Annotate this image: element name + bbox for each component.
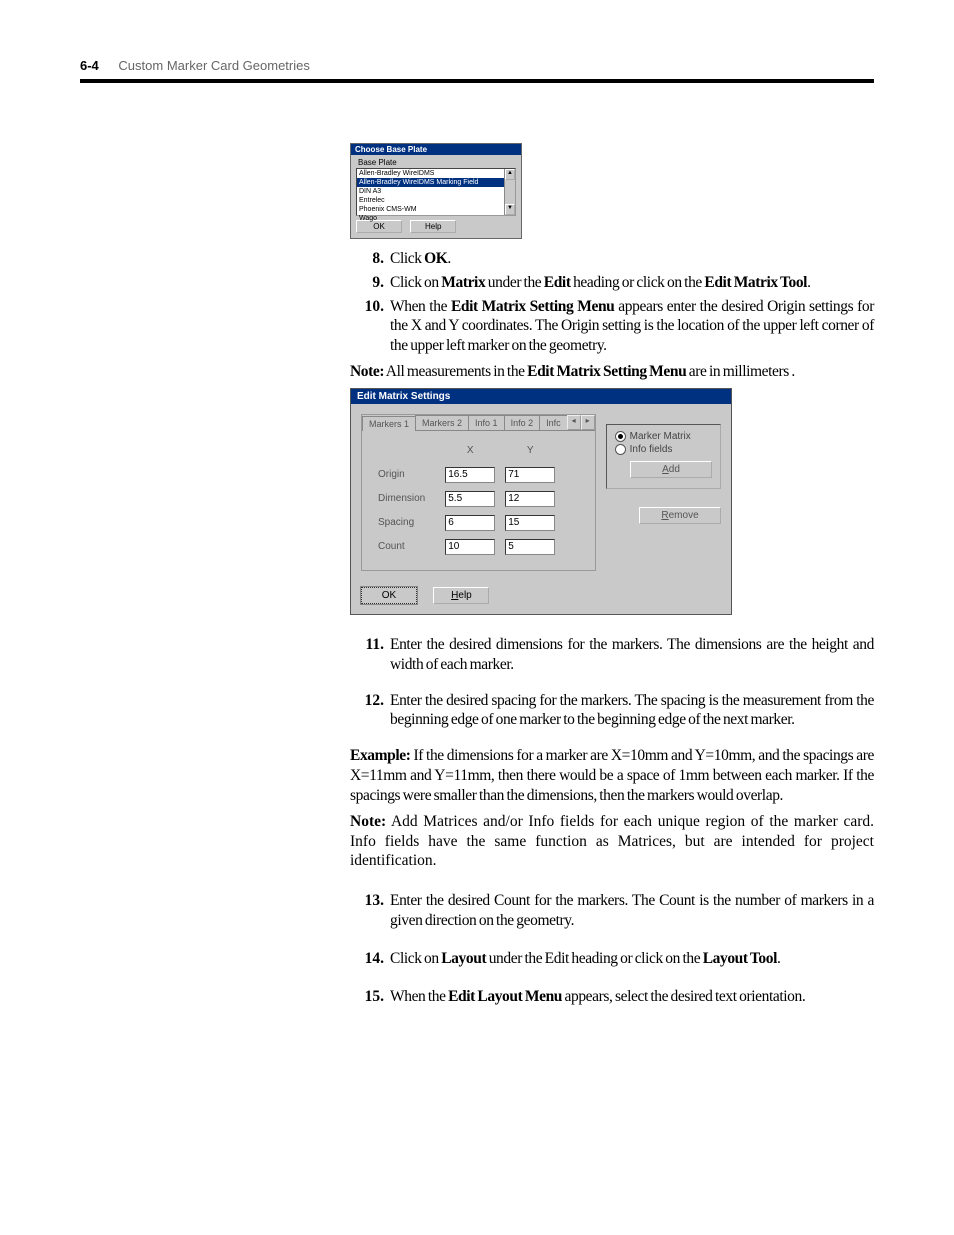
step-item: 13.Enter the desired Count for the marke… bbox=[350, 891, 874, 931]
page: 6-4 Custom Marker Card Geometries Choose… bbox=[0, 0, 954, 1065]
step-list: 13.Enter the desired Count for the marke… bbox=[350, 891, 874, 1006]
step-text: When the Edit Layout Menu appears, selec… bbox=[390, 987, 874, 1007]
step-item: 15.When the Edit Layout Menu appears, se… bbox=[350, 987, 874, 1007]
step-item: 14.Click on Layout under the Edit headin… bbox=[350, 949, 874, 969]
column-x-header: X bbox=[441, 445, 499, 462]
spacing-x-input[interactable] bbox=[445, 515, 495, 531]
edit-matrix-settings-dialog: Edit Matrix Settings Markers 1 Markers 2… bbox=[350, 388, 732, 615]
step-list: 8.Click OK.9.Click on Matrix under the E… bbox=[350, 249, 874, 356]
step-number: 12. bbox=[350, 691, 390, 731]
page-title: Custom Marker Card Geometries bbox=[118, 58, 309, 73]
example-text: Example: If the dimensions for a marker … bbox=[350, 746, 874, 805]
info-fields-radio[interactable]: Info fields bbox=[615, 444, 712, 455]
choose-base-plate-dialog: Choose Base Plate Base Plate Allen-Bradl… bbox=[350, 143, 522, 239]
tab-scroll-left-icon[interactable]: ◂ bbox=[567, 415, 581, 430]
list-item[interactable]: Entrelec bbox=[357, 196, 515, 205]
radio-unselected-icon bbox=[615, 444, 626, 455]
table-row: Count bbox=[374, 536, 559, 558]
step-item: 10.When the Edit Matrix Setting Menu app… bbox=[350, 297, 874, 356]
matrix-value-grid: X Y Origin Dimension bbox=[372, 443, 561, 560]
dimension-y-input[interactable] bbox=[505, 491, 555, 507]
row-label: Dimension bbox=[374, 488, 439, 510]
origin-y-input[interactable] bbox=[505, 467, 555, 483]
scroll-down-icon[interactable]: ▼ bbox=[505, 204, 515, 215]
step-text: Click OK. bbox=[390, 249, 874, 269]
row-label: Count bbox=[374, 536, 439, 558]
step-text: Enter the desired spacing for the marker… bbox=[390, 691, 874, 731]
tab-info-2[interactable]: Info 2 bbox=[504, 415, 541, 430]
step-list: 11.Enter the desired dimensions for the … bbox=[350, 635, 874, 730]
header-rule bbox=[80, 79, 874, 83]
list-item[interactable]: DIN A3 bbox=[357, 187, 515, 196]
tab-markers-1[interactable]: Markers 1 bbox=[362, 416, 416, 431]
tab-markers-2[interactable]: Markers 2 bbox=[415, 415, 469, 430]
step-number: 10. bbox=[350, 297, 390, 356]
tab-strip: Markers 1 Markers 2 Info 1 Info 2 Infc ◂… bbox=[362, 415, 595, 430]
step-text: Click on Matrix under the Edit heading o… bbox=[390, 273, 874, 293]
table-row: Dimension bbox=[374, 488, 559, 510]
step-text: When the Edit Matrix Setting Menu appear… bbox=[390, 297, 874, 356]
step-number: 11. bbox=[350, 635, 390, 675]
row-label: Origin bbox=[374, 464, 439, 486]
count-x-input[interactable] bbox=[445, 539, 495, 555]
count-y-input[interactable] bbox=[505, 539, 555, 555]
spacing-y-input[interactable] bbox=[505, 515, 555, 531]
page-number: 6-4 bbox=[80, 58, 99, 73]
step-text: Enter the desired dimensions for the mar… bbox=[390, 635, 874, 675]
add-button[interactable]: Add bbox=[630, 461, 712, 478]
page-header: 6-4 Custom Marker Card Geometries bbox=[80, 58, 874, 73]
remove-button[interactable]: Remove bbox=[639, 507, 721, 524]
column-y-header: Y bbox=[501, 445, 559, 462]
dialog-title: Edit Matrix Settings bbox=[351, 389, 731, 404]
tab-info-3[interactable]: Infc bbox=[539, 415, 568, 430]
step-text: Click on Layout under the Edit heading o… bbox=[390, 949, 874, 969]
step-item: 9.Click on Matrix under the Edit heading… bbox=[350, 273, 874, 293]
step-text: Enter the desired Count for the markers.… bbox=[390, 891, 874, 931]
scrollbar[interactable]: ▲ ▼ bbox=[504, 169, 515, 215]
step-number: 8. bbox=[350, 249, 390, 269]
step-number: 15. bbox=[350, 987, 390, 1007]
note-text: Note: Add Matrices and/or Info fields fo… bbox=[350, 812, 874, 871]
radio-selected-icon bbox=[615, 431, 626, 442]
row-label: Spacing bbox=[374, 512, 439, 534]
tab-info-1[interactable]: Info 1 bbox=[468, 415, 505, 430]
step-number: 13. bbox=[350, 891, 390, 931]
table-row: Origin bbox=[374, 464, 559, 486]
tab-scroll-right-icon[interactable]: ▸ bbox=[581, 415, 595, 430]
help-button[interactable]: Help bbox=[433, 587, 489, 604]
step-item: 11.Enter the desired dimensions for the … bbox=[350, 635, 874, 675]
step-item: 8.Click OK. bbox=[350, 249, 874, 269]
scroll-up-icon[interactable]: ▲ bbox=[505, 169, 515, 180]
group-label: Base Plate bbox=[358, 158, 516, 167]
dialog-title: Choose Base Plate bbox=[351, 144, 521, 155]
list-item[interactable]: Wago bbox=[357, 214, 515, 223]
table-row: Spacing bbox=[374, 512, 559, 534]
step-number: 9. bbox=[350, 273, 390, 293]
step-number: 14. bbox=[350, 949, 390, 969]
list-item[interactable]: Allen-Bradley WireIDMS bbox=[357, 169, 515, 178]
ok-button[interactable]: OK bbox=[361, 587, 417, 604]
dimension-x-input[interactable] bbox=[445, 491, 495, 507]
list-item[interactable]: Phoenix CMS-WM bbox=[357, 205, 515, 214]
matrix-type-group: Marker Matrix Info fields Add bbox=[606, 424, 721, 489]
note-text: Note: All measurements in the Edit Matri… bbox=[350, 362, 874, 382]
list-item[interactable]: Allen-Bradley WireIDMS Marking Field bbox=[357, 178, 515, 187]
marker-matrix-radio[interactable]: Marker Matrix bbox=[615, 431, 712, 442]
step-item: 12.Enter the desired spacing for the mar… bbox=[350, 691, 874, 731]
base-plate-listbox[interactable]: Allen-Bradley WireIDMS Allen-Bradley Wir… bbox=[356, 168, 516, 216]
origin-x-input[interactable] bbox=[445, 467, 495, 483]
